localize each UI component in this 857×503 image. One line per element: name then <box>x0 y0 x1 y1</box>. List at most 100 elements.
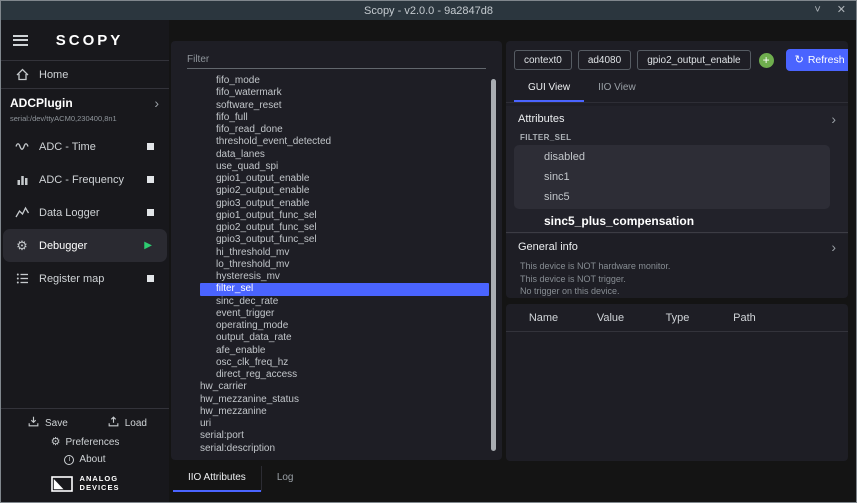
preferences-button[interactable]: ⚙ Preferences <box>1 434 169 451</box>
sidebar-item-adc-frequency[interactable]: ADC - Frequency <box>1 163 169 196</box>
tree-item-label: use_quad_spi <box>216 161 278 172</box>
chevron-right-icon[interactable]: › <box>154 96 159 110</box>
chevron-right-icon: › <box>831 112 836 126</box>
filter-sel-option[interactable]: sinc1 <box>514 167 830 187</box>
sidebar-footer: Save Load ⚙ Preferences <box>1 408 169 502</box>
stop-icon[interactable] <box>147 176 154 183</box>
tree-item[interactable]: osc_clk_freq_hz <box>171 357 502 369</box>
tree-item[interactable]: hysteresis_mv <box>171 271 502 283</box>
tree-item[interactable]: fifo_read_done <box>171 124 502 136</box>
refresh-label: Refresh <box>808 54 845 66</box>
gear-icon: ⚙ <box>51 437 61 448</box>
minimize-icon[interactable]: ˅ <box>814 5 820 16</box>
hamburger-menu-icon[interactable] <box>13 35 28 46</box>
tree-item-label: fifo_watermark <box>216 87 282 98</box>
info-line: This device is NOT trigger. <box>520 273 848 286</box>
tree-item-label: software_reset <box>216 100 282 111</box>
add-button[interactable]: + <box>759 53 774 68</box>
tree-item[interactable]: gpio3_output_func_sel <box>171 234 502 246</box>
tree-item[interactable]: fifo_watermark <box>171 87 502 99</box>
tree-item-label: hw_carrier <box>200 381 247 392</box>
stop-icon[interactable] <box>147 275 154 282</box>
tree-item[interactable]: hw_mezzanine_status <box>171 394 502 406</box>
breadcrumb-button[interactable]: gpio2_output_enable <box>637 50 750 70</box>
tree-item[interactable]: software_reset <box>171 100 502 112</box>
tab-log[interactable]: Log <box>261 466 309 492</box>
table-header: Value <box>577 312 644 324</box>
sidebar-item-adc-time[interactable]: ADC - Time <box>1 130 169 163</box>
stop-icon[interactable] <box>147 143 154 150</box>
tree-item[interactable]: threshold_event_detected <box>171 136 502 148</box>
sidebar-item-register-map[interactable]: Register map <box>1 262 169 295</box>
tree-item-label: direct_reg_access <box>216 369 297 380</box>
vertical-scrollbar[interactable] <box>491 79 496 451</box>
tree-item[interactable]: direct_reg_access <box>171 369 502 381</box>
load-button[interactable]: Load <box>107 415 147 431</box>
filter-sel-option[interactable]: sinc5 <box>514 187 830 207</box>
waveform-icon <box>14 139 30 154</box>
tab-iio-attributes[interactable]: IIO Attributes <box>173 466 261 492</box>
tree-item[interactable]: hi_threshold_mv <box>171 247 502 259</box>
tree-item[interactable]: gpio2_output_enable <box>171 185 502 197</box>
sidebar-item-home[interactable]: Home <box>1 61 169 88</box>
tree-item[interactable]: sinc_dec_rate <box>171 296 502 308</box>
info-line: This device is NOT hardware monitor. <box>520 260 848 273</box>
tab-iio-view[interactable]: IIO View <box>584 76 650 102</box>
register-map-icon <box>14 271 30 286</box>
info-icon: i <box>64 455 74 465</box>
tree-item[interactable]: fifo_mode <box>171 75 502 87</box>
sidebar-item-debugger[interactable]: ⚙ Debugger ▶ <box>3 229 167 262</box>
tree-item[interactable]: output_data_rate <box>171 332 502 344</box>
tree-item-label: gpio3_output_enable <box>216 198 309 209</box>
about-button[interactable]: i About <box>1 451 169 468</box>
refresh-button[interactable]: ↻ Refresh <box>786 49 848 71</box>
tree-item[interactable]: hw_mezzanine <box>171 406 502 418</box>
tree-item[interactable]: serial:description <box>171 443 502 455</box>
tree-item[interactable]: use_quad_spi <box>171 161 502 173</box>
tree-item[interactable]: serial:port <box>171 430 502 442</box>
filter-input[interactable] <box>187 52 486 69</box>
sidebar-header: SCOPY <box>1 20 169 60</box>
section-title: Attributes <box>518 113 564 125</box>
tree-item[interactable]: gpio1_output_enable <box>171 173 502 185</box>
attributes-section-header[interactable]: Attributes › <box>506 106 848 131</box>
tree-item[interactable]: afe_enable <box>171 345 502 357</box>
save-button[interactable]: Save <box>27 415 68 431</box>
tree-item[interactable]: hw_carrier <box>171 381 502 393</box>
tab-label: IIO View <box>598 82 636 93</box>
tree-item-label: hw_mezzanine <box>200 406 267 417</box>
tree-item[interactable]: fifo_full <box>171 112 502 124</box>
tree-item[interactable]: filter_sel <box>200 283 489 295</box>
tree-item[interactable]: gpio3_output_enable <box>171 198 502 210</box>
tab-gui-view[interactable]: GUI View <box>514 76 584 102</box>
attributes-section: Attributes › FILTER_SEL disabled sinc1 s… <box>506 106 848 234</box>
tree-item[interactable]: operating_mode <box>171 320 502 332</box>
explorer-tabs: IIO Attributes Log <box>173 466 309 492</box>
stop-icon[interactable] <box>147 209 154 216</box>
preferences-label: Preferences <box>65 437 119 448</box>
load-label: Load <box>125 418 147 429</box>
plugin-uri: serial:/dev/ttyACM0,230400,8n1 <box>10 114 159 123</box>
about-label: About <box>79 454 105 465</box>
tree-item-label: fifo_mode <box>216 75 260 86</box>
tree-item[interactable]: event_trigger <box>171 308 502 320</box>
general-info-section-header[interactable]: General info › <box>506 234 848 259</box>
tab-label: IIO Attributes <box>188 472 246 483</box>
section-title: General info <box>518 241 578 253</box>
tree-item[interactable]: gpio1_output_func_sel <box>171 210 502 222</box>
play-icon[interactable]: ▶ <box>144 241 152 251</box>
sidebar-plugin-adcplugin[interactable]: ADCPlugin › serial:/dev/ttyACM0,230400,8… <box>1 89 169 130</box>
breadcrumb-button[interactable]: context0 <box>514 50 572 70</box>
close-icon[interactable]: ✕ <box>837 5 846 16</box>
tree-item-label: serial:port <box>200 430 244 441</box>
breadcrumb-button[interactable]: ad4080 <box>578 50 631 70</box>
tree-item-label: output_data_rate <box>216 332 292 343</box>
details-table-panel: Name Value Type Path <box>506 304 848 461</box>
sidebar-item-data-logger[interactable]: Data Logger <box>1 196 169 229</box>
tree-item[interactable]: lo_threshold_mv <box>171 259 502 271</box>
tree-item[interactable]: uri <box>171 418 502 430</box>
filter-sel-option[interactable]: disabled <box>514 147 830 167</box>
tree-item[interactable]: data_lanes <box>171 149 502 161</box>
filter-sel-selected-value[interactable]: sinc5_plus_compensation <box>506 209 848 233</box>
tree-item[interactable]: gpio2_output_func_sel <box>171 222 502 234</box>
